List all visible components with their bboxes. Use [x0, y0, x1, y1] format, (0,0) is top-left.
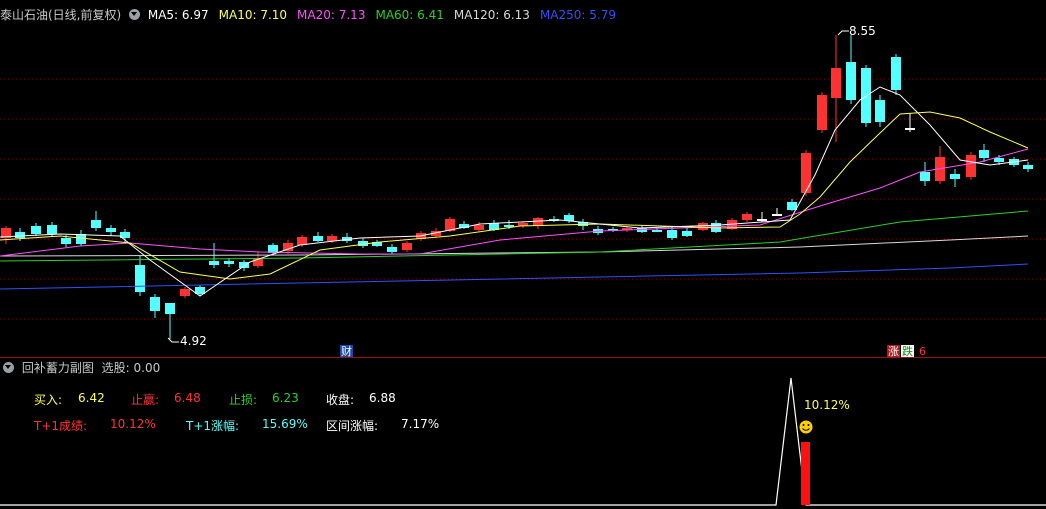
- signal-bar: [801, 442, 810, 505]
- candle-body: [875, 100, 885, 122]
- candle-body: [15, 232, 25, 238]
- chevron-down-icon[interactable]: [129, 9, 141, 20]
- candle-body: [966, 155, 976, 177]
- ma-legend-item: MA5: 6.97: [147, 8, 209, 22]
- smiley-icon: [799, 420, 813, 434]
- min-price-label: 4.92: [180, 334, 207, 348]
- candlestick-chart[interactable]: [0, 24, 1046, 356]
- candle-body: [31, 226, 41, 234]
- candle-body: [920, 172, 930, 181]
- stock-title[interactable]: 泰山石油(日线,前复权): [0, 8, 121, 22]
- max-price-arrow: [837, 30, 849, 36]
- candle-body: [667, 230, 677, 238]
- candle-body: [91, 220, 101, 228]
- signal-percent-label: 10.12%: [804, 398, 850, 412]
- candle-body: [239, 262, 249, 268]
- candle-body: [180, 289, 190, 296]
- candle-body: [327, 236, 337, 241]
- candle-body: [402, 243, 412, 250]
- ma-legend-item: MA10: 7.10: [218, 8, 288, 22]
- candle-body: [1023, 165, 1033, 169]
- candle-body: [224, 261, 234, 264]
- signal-spike-line: [0, 377, 1046, 506]
- candle-body: [757, 219, 767, 221]
- candle-body: [979, 150, 989, 158]
- signal-chart[interactable]: 10.12%: [0, 360, 1046, 509]
- ma5-line: [0, 86, 1029, 297]
- candle-body: [772, 214, 782, 216]
- candle-body: [297, 237, 307, 245]
- ma-legend-item: MA250: 5.79: [539, 8, 616, 22]
- candle-body: [165, 303, 175, 314]
- candle-body: [209, 261, 219, 265]
- ma-legend-item: MA20: 7.13: [297, 8, 366, 22]
- main-chart-header: 泰山石油(日线,前复权) MA5: 6.97 MA10: 7.10 MA20: 7.…: [0, 6, 626, 24]
- candle-body: [801, 153, 811, 193]
- candle-body: [817, 95, 827, 130]
- candle-body: [994, 158, 1004, 162]
- candle-body: [533, 218, 543, 226]
- candle-body: [698, 223, 708, 230]
- ma-legend-item: MA120: 6.13: [453, 8, 530, 22]
- candle-body: [861, 68, 871, 123]
- candle-body: [474, 225, 484, 230]
- ma250-line: [0, 263, 1029, 290]
- candle-body: [135, 265, 145, 292]
- candle-body: [905, 128, 915, 130]
- candle-body: [891, 57, 901, 90]
- candle-body: [387, 247, 397, 252]
- ma-legend-item: MA60: 6.41: [375, 8, 444, 22]
- candle-body: [831, 68, 841, 98]
- candle-body: [742, 214, 752, 220]
- candle-body: [313, 236, 323, 241]
- candle-body: [787, 202, 797, 210]
- ma20-line: [0, 148, 1029, 257]
- candle-body: [150, 297, 160, 311]
- ma-legend: MA5: 6.97 MA10: 7.10 MA20: 7.13 MA60: 6.41 M…: [148, 8, 626, 22]
- candle-body: [682, 231, 692, 236]
- max-price-label: 8.55: [849, 24, 876, 38]
- candle-body: [106, 228, 116, 232]
- candle-body: [846, 62, 856, 100]
- candle-body: [61, 238, 71, 244]
- panel-divider: [0, 357, 1046, 358]
- candle-body: [652, 230, 662, 232]
- candle-body: [76, 234, 86, 244]
- candle-body: [47, 225, 57, 234]
- stock-chart-window: 泰山石油(日线,前复权) MA5: 6.97 MA10: 7.10 MA20: 7.…: [0, 0, 1046, 509]
- candle-body: [950, 174, 960, 179]
- ma60-line: [0, 210, 1029, 262]
